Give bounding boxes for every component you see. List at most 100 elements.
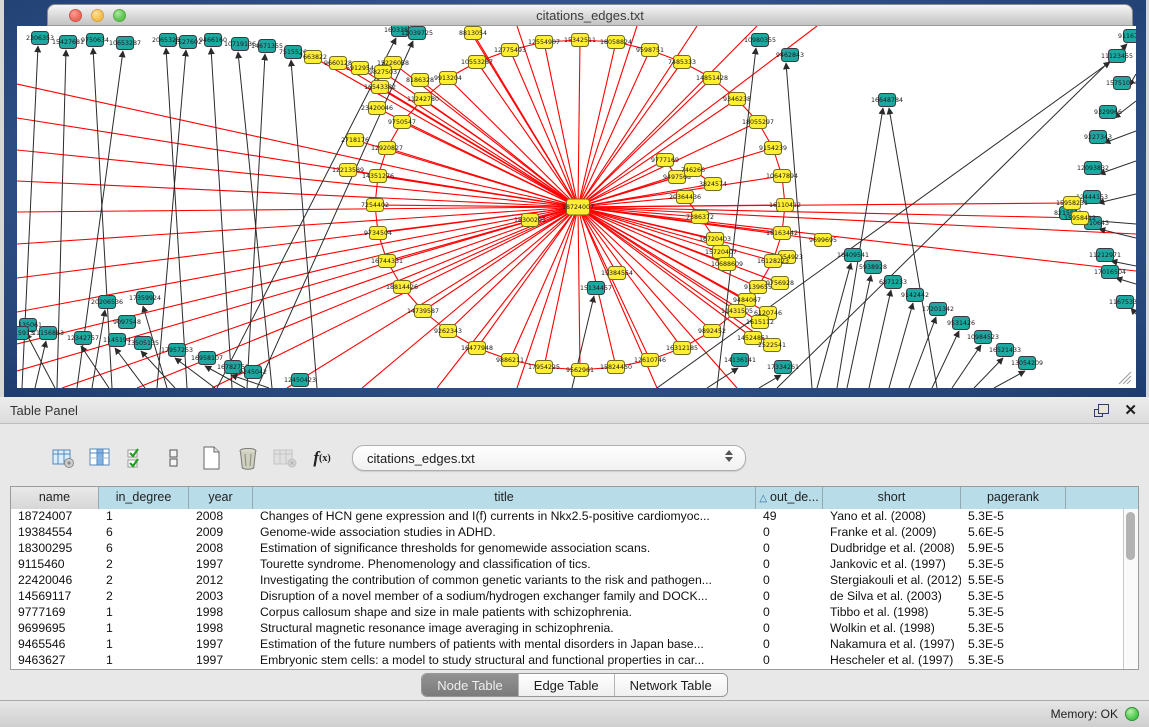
window-titlebar[interactable]: citations_edges.txt [47, 4, 1133, 26]
citation-edge-red[interactable] [578, 40, 580, 207]
table-row[interactable]: 1456911722003Disruption of a novel membe… [11, 589, 1123, 605]
citation-edge-black[interactable] [211, 48, 232, 388]
table-cell: 1 [99, 509, 189, 525]
citation-edge-red[interactable] [420, 80, 578, 207]
citation-edge-red[interactable] [402, 207, 578, 287]
citation-edge-black[interactable] [57, 50, 66, 388]
table-row[interactable]: 977716911998Corpus callosum shape and si… [11, 605, 1123, 621]
graph-node-label: 12039725 [401, 30, 433, 37]
memory-status-indicator[interactable] [1125, 707, 1139, 721]
table-cell: 0 [756, 621, 823, 637]
scrollbar-thumb[interactable] [1126, 512, 1135, 560]
citation-edge-red[interactable] [578, 203, 1072, 207]
citation-edge-black[interactable] [35, 341, 46, 388]
citation-edge-black[interactable] [157, 50, 186, 388]
citation-edge-black[interactable] [952, 345, 981, 388]
tab-edge-table[interactable]: Edge Table [519, 674, 615, 696]
table-selector-dropdown[interactable]: citations_edges.txt [352, 445, 746, 471]
graph-node-label: 16128223 [757, 258, 789, 265]
delete-table-icon[interactable] [270, 444, 300, 472]
table-row[interactable]: 1830029562008Estimation of significance … [11, 541, 1123, 557]
citation-edge-black[interactable] [81, 346, 109, 388]
graph-node-label: 20364436 [669, 194, 701, 201]
citation-edge-red[interactable] [378, 207, 578, 233]
graph-node-label: 11675334 [1109, 299, 1136, 306]
row-height-icon[interactable] [159, 444, 189, 472]
graph-node-label: 11123455 [1101, 53, 1133, 60]
citation-edge-black[interactable] [932, 331, 959, 388]
column-header-pagerank[interactable]: pagerank [961, 487, 1066, 509]
column-header-short[interactable]: short [823, 487, 961, 509]
citation-edge-black[interactable] [657, 62, 1110, 388]
tab-node-table[interactable]: Node Table [422, 674, 519, 696]
column-header-title[interactable]: title [253, 487, 756, 509]
table-cell: Embryonic stem cells: a model to study s… [253, 653, 756, 669]
column-header-in-degree[interactable]: in_degree [99, 487, 189, 509]
graph-node-label: 11431505 [721, 308, 753, 315]
graph-node-label: 10553287 [461, 59, 493, 66]
citation-edge-black[interactable] [1131, 308, 1136, 314]
table-row[interactable]: 1872400712008Changes of HCN gene express… [11, 509, 1123, 525]
citation-edge-black[interactable] [257, 41, 413, 388]
citation-edge-red[interactable] [578, 50, 650, 207]
graph-node-label: 16958107 [191, 355, 223, 362]
table-cell: 5.3E-5 [961, 653, 1066, 669]
tab-network-table[interactable]: Network Table [615, 674, 727, 696]
citation-edge-red[interactable] [380, 87, 578, 207]
citation-edge-red[interactable] [578, 62, 682, 207]
column-header-out-degree[interactable]: △out_de... [756, 487, 823, 509]
citation-edge-black[interactable] [889, 108, 937, 388]
float-window-icon[interactable] [1094, 404, 1108, 417]
close-panel-icon[interactable]: ✕ [1124, 403, 1137, 418]
graph-node-label: 8813054 [459, 30, 487, 37]
column-header-year[interactable]: year [189, 487, 253, 509]
new-document-icon[interactable] [196, 444, 226, 472]
citation-edge-black[interactable] [1116, 278, 1136, 284]
graph-node-label: 12213589 [332, 167, 364, 174]
table-cell: 1 [99, 653, 189, 669]
citation-edge-black[interactable] [786, 63, 812, 388]
citation-edge-black[interactable] [847, 275, 871, 388]
network-graph[interactable]: 2306353154276819750634106532872065328715… [17, 26, 1136, 388]
graph-node-label: 9097548 [113, 319, 141, 326]
table-row[interactable]: 946362711997Embryonic stem cells: a mode… [11, 653, 1123, 669]
graph-node-label: 18055297 [742, 119, 774, 126]
function-builder-icon[interactable]: f(x) [307, 444, 337, 472]
graph-node-label: 12610746 [634, 357, 666, 364]
resize-grip[interactable] [1119, 372, 1131, 384]
table-row[interactable]: 2242004622012Investigating the contribut… [11, 573, 1123, 589]
citation-edge-black[interactable] [247, 54, 265, 388]
citation-edge-red[interactable] [17, 207, 578, 344]
table-row[interactable]: 946554611997Estimation of the future num… [11, 637, 1123, 653]
table-row[interactable]: 969969511998Structural magnetic resonanc… [11, 621, 1123, 637]
trash-icon[interactable] [233, 444, 263, 472]
citation-edge-black[interactable] [909, 317, 936, 388]
citation-edge-black[interactable] [759, 375, 781, 388]
citation-edge-red[interactable] [517, 26, 578, 207]
citation-edge-black[interactable] [837, 108, 883, 388]
table-row[interactable]: 911546021997Tourette syndrome. Phenomeno… [11, 557, 1123, 573]
citation-edge-black[interactable] [974, 358, 1003, 388]
graph-node-label: 15720407 [705, 249, 737, 256]
select-attributes-icon[interactable] [122, 444, 152, 472]
table-options-icon[interactable] [48, 444, 78, 472]
column-header-name[interactable]: name [11, 487, 99, 509]
graph-node-label: 15163442 [766, 230, 798, 237]
citation-edge-black[interactable] [869, 290, 891, 388]
table-cell: 0 [756, 605, 823, 621]
table-cell: 1 [99, 637, 189, 653]
table-cell: Dudbridge et al. (2008) [823, 541, 961, 557]
graph-node-label: 5938928 [859, 264, 887, 271]
citation-edge-black[interactable] [166, 48, 187, 388]
network-view-canvas[interactable]: 2306353154276819750634106532872065328715… [17, 26, 1136, 388]
network-desktop: 2306353154276819750634106532872065328715… [0, 0, 1149, 397]
citation-edge-black[interactable] [817, 263, 851, 388]
table-row[interactable]: 1938455462009Genome-wide association stu… [11, 525, 1123, 541]
vertical-scrollbar[interactable] [1123, 509, 1138, 669]
graph-node-label: 17359924 [129, 295, 161, 302]
citation-edge-black[interactable] [889, 303, 913, 388]
show-columns-icon[interactable] [85, 444, 115, 472]
graph-node-label: 2306353 [26, 35, 54, 42]
citation-edge-black[interactable] [26, 333, 55, 388]
citation-edge-black[interactable] [994, 371, 1025, 388]
